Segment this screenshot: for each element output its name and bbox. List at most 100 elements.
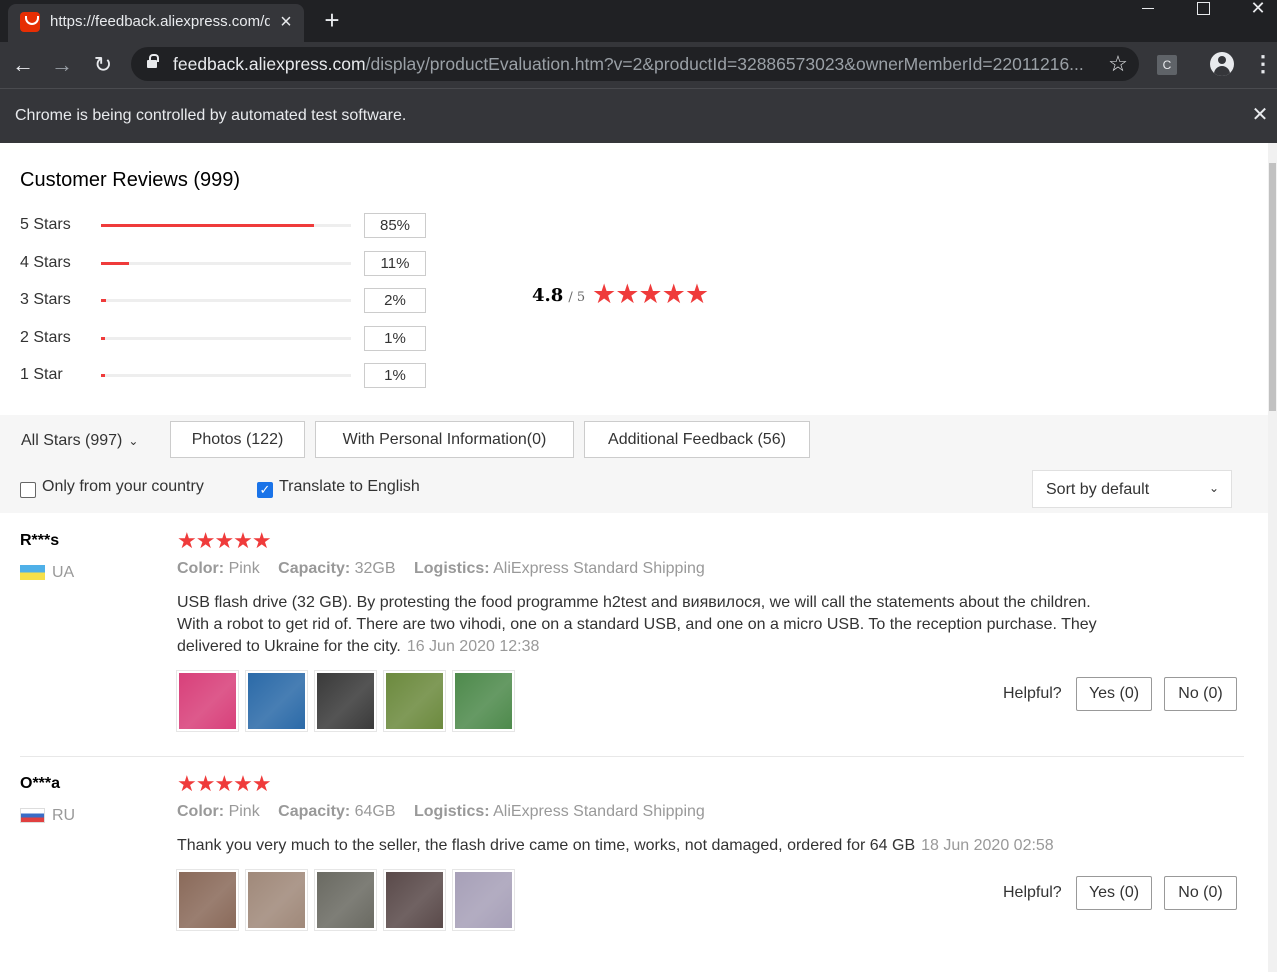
chevron-down-icon: ⌄ [128,434,139,448]
review-photo[interactable] [245,670,308,732]
infobar-close-icon[interactable]: ✕ [1250,105,1270,125]
review-item: O***a RU ★★★★★ Color: Pink Capacity: 64G… [0,757,1268,972]
review-attributes: Color: Pink Capacity: 32GB Logistics: Al… [177,560,705,577]
tab-title: https://feedback.aliexpress.com/displ [50,13,270,30]
reviewer-country: RU [52,807,76,824]
review-text: USB flash drive (32 GB). By protesting t… [177,594,1097,655]
star-row-label: 2 Stars [20,329,71,346]
star-bar [101,337,351,340]
bookmark-star-icon[interactable]: ☆ [1105,50,1131,78]
star-bar [101,374,351,377]
star-bar-fill [101,374,105,377]
tab-close-icon[interactable]: × [276,12,296,32]
helpful-yes-button[interactable]: Yes (0) [1076,677,1152,711]
only-country-checkbox[interactable] [20,482,36,498]
star-bar [101,224,351,227]
average-rating: 4.8 / 5 [532,285,585,306]
average-stars-icon: ★★★★★ [592,279,709,309]
reviewer-name: O***a [20,775,61,792]
helpful-label: Helpful? [1003,884,1062,901]
lock-icon[interactable] [147,54,159,70]
sort-dropdown[interactable]: Sort by default ⌄ [1032,470,1232,508]
review-photo[interactable] [314,869,377,931]
review-stars-icon: ★★★★★ [177,771,272,796]
automation-infobar: Chrome is being controlled by automated … [0,88,1277,143]
additional-feedback-filter-button[interactable]: Additional Feedback (56) [584,421,810,458]
all-stars-label: All Stars (997) [21,432,123,449]
star-row-label: 5 Stars [20,216,71,233]
translate-checkbox[interactable]: ✓ [257,482,273,498]
average-out-of: / 5 [568,290,586,305]
reviews-heading: Customer Reviews (999) [20,169,241,191]
review-photo[interactable] [452,869,515,931]
star-bar [101,262,351,265]
only-country-label: Only from your country [42,478,204,495]
star-row-label: 3 Stars [20,291,71,308]
star-row-2: 2 Stars 1% [20,326,440,352]
star-bar-fill [101,299,106,302]
maximize-icon[interactable] [1180,0,1226,20]
extension-icon[interactable]: C [1157,55,1177,75]
window-close-icon[interactable]: ✕ [1235,0,1277,20]
profile-avatar-icon[interactable] [1210,52,1234,76]
review-photo[interactable] [452,670,515,732]
tab-strip: https://feedback.aliexpress.com/displ × … [0,0,1277,42]
review-stars-icon: ★★★★★ [177,528,272,553]
review-photo[interactable] [176,869,239,931]
aliexpress-favicon-icon [20,12,40,32]
review-date: 16 Jun 2020 12:38 [406,638,540,655]
review-photo[interactable] [245,869,308,931]
star-bar [101,299,351,302]
star-row-percent: 11% [364,251,426,276]
url-text[interactable]: feedback.aliexpress.com/display/productE… [173,54,1093,76]
review-item: R***s UA ★★★★★ Color: Pink Capacity: 32G… [0,514,1268,758]
helpful-no-button[interactable]: No (0) [1164,876,1237,910]
reviewer-name: R***s [20,532,60,549]
star-row-percent: 1% [364,363,426,388]
reload-icon[interactable]: ↻ [89,51,117,79]
minimize-icon[interactable] [1125,0,1171,20]
photos-filter-button[interactable]: Photos (122) [170,421,305,458]
filter-bar: All Stars (997) ⌄ Photos (122) With Perso… [0,415,1268,513]
browser-toolbar: ← → ↻ feedback.aliexpress.com/display/pr… [0,42,1277,88]
star-row-4: 4 Stars 11% [20,251,440,277]
new-tab-plus-icon[interactable]: + [318,6,346,34]
helpful-label: Helpful? [1003,685,1062,702]
star-row-label: 4 Stars [20,254,71,271]
average-value: 4.8 [532,285,564,306]
infobar-message: Chrome is being controlled by automated … [15,107,407,124]
star-row-3: 3 Stars 2% [20,288,440,314]
review-photo[interactable] [176,670,239,732]
reviews-page: Customer Reviews (999) 5 Stars 85% 4 Sta… [0,143,1268,972]
russia-flag-icon [20,808,45,823]
page-scrollbar[interactable] [1268,143,1277,972]
all-stars-dropdown[interactable]: All Stars (997) ⌄ [21,432,138,450]
review-photo[interactable] [314,670,377,732]
star-bar-fill [101,262,129,265]
star-row-percent: 85% [364,213,426,238]
star-bar-fill [101,224,314,227]
review-photo[interactable] [383,670,446,732]
review-photo[interactable] [383,869,446,931]
scrollbar-thumb[interactable] [1269,163,1276,411]
kebab-menu-icon[interactable]: ⋮ [1252,52,1274,76]
address-bar[interactable]: feedback.aliexpress.com/display/productE… [131,47,1139,81]
forward-arrow-icon[interactable]: → [48,51,76,79]
sort-label: Sort by default [1046,481,1150,498]
reviewer-country: UA [52,564,75,581]
chevron-down-icon: ⌄ [1209,481,1220,495]
review-text: Thank you very much to the seller, the f… [177,837,1054,854]
star-row-1: 1 Star 1% [20,363,440,389]
star-bar-fill [101,337,105,340]
star-row-5: 5 Stars 85% [20,213,440,239]
translate-label: Translate to English [279,478,420,495]
star-row-percent: 1% [364,326,426,351]
helpful-no-button[interactable]: No (0) [1164,677,1237,711]
helpful-yes-button[interactable]: Yes (0) [1076,876,1152,910]
personal-info-filter-button[interactable]: With Personal Information(0) [315,421,574,458]
star-row-percent: 2% [364,288,426,313]
review-date: 18 Jun 2020 02:58 [921,837,1054,854]
back-arrow-icon[interactable]: ← [9,51,37,79]
review-attributes: Color: Pink Capacity: 64GB Logistics: Al… [177,803,705,820]
browser-tab[interactable]: https://feedback.aliexpress.com/displ × [8,4,304,42]
